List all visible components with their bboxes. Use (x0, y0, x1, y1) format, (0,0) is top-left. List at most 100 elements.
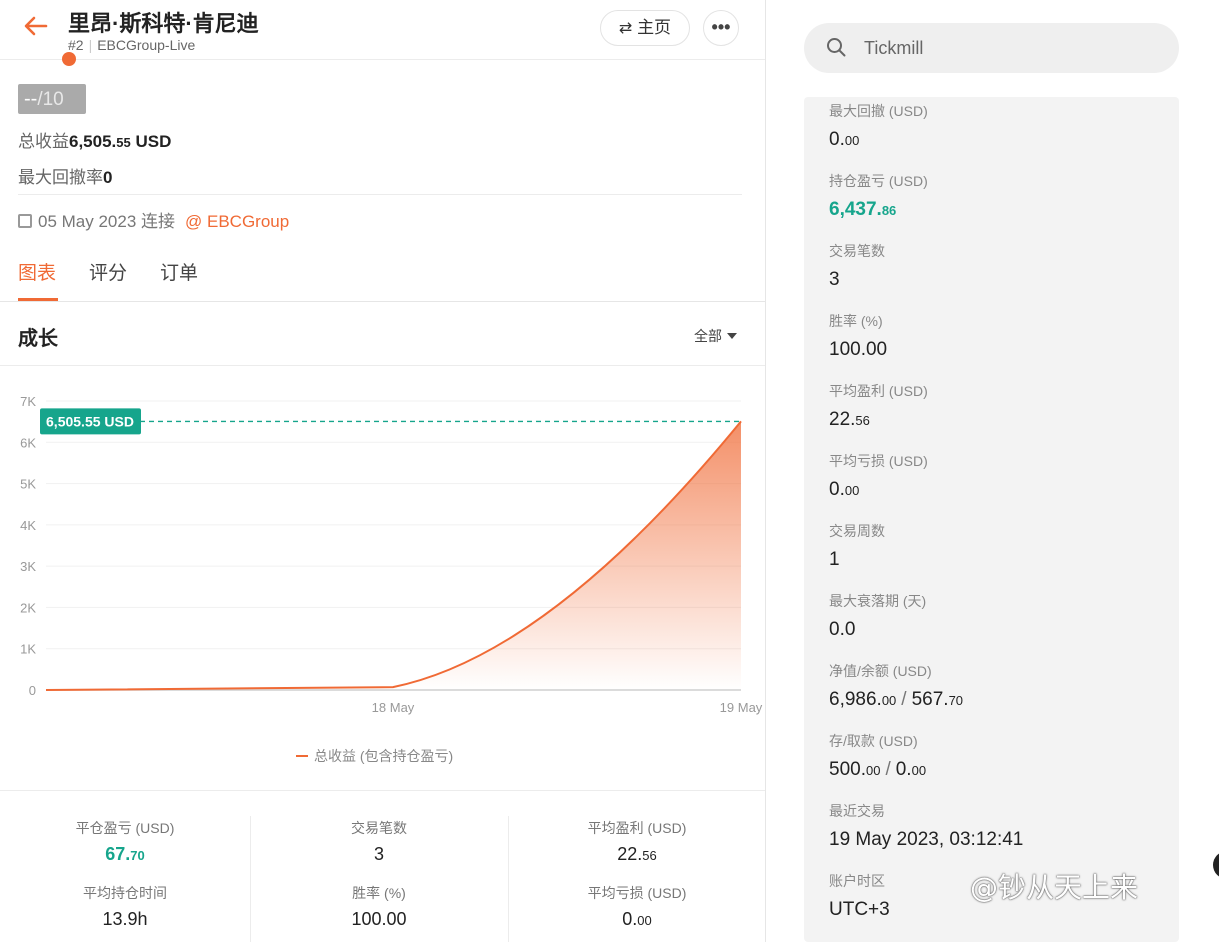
stat-trade-count: 交易笔数 3 (829, 241, 885, 291)
summary-value: 13.9h (0, 909, 250, 930)
stat-value-dec: 00 (911, 763, 927, 778)
tab-chart[interactable]: 图表 (18, 258, 56, 285)
summary-trade-count: 交易笔数 3 (254, 818, 504, 865)
divider (250, 816, 251, 942)
summary-value-main: 67. (105, 844, 131, 864)
total-profit: 总收益6,505.55 USD (18, 127, 171, 152)
y-tick-label: 2K (20, 600, 36, 615)
stat-trading-weeks: 交易周数 1 (829, 521, 885, 571)
stat-value: 6,437.86 (829, 199, 928, 221)
stat-label: 平均盈利 (USD) (829, 383, 928, 399)
stat-value-dec: 00 (881, 693, 897, 708)
tab-rating[interactable]: 评分 (89, 258, 127, 285)
divider (0, 301, 765, 302)
stat-value: 22.56 (829, 409, 928, 431)
summary-label: 平均持仓时间 (83, 885, 167, 901)
stats-card: 最大回撤 (USD) 0.00 持仓盈亏 (USD) 6,437.86 交易笔数… (804, 97, 1179, 942)
summary-label: 胜率 (%) (352, 885, 406, 901)
x-tick-label: 18 May (372, 700, 415, 715)
stat-account-timezone: 账户时区 UTC+3 (829, 871, 890, 921)
stat-value-dec: 56 (855, 413, 870, 428)
summary-value: 100.00 (254, 909, 504, 930)
stat-value: 1 (829, 549, 885, 571)
stat-value-main: 0. (829, 129, 845, 150)
score-badge: --/10 (18, 84, 86, 114)
x-tick-label: 19 May (720, 700, 763, 715)
total-profit-dec: 55 (116, 135, 131, 150)
stat-value-main: 500. (829, 759, 866, 780)
stat-label: 账户时区 (829, 873, 885, 889)
search-query: Tickmill (864, 38, 924, 58)
summary-grid: 平仓盈亏 (USD) 67.70 交易笔数 3 平均盈利 (USD) 22.56… (0, 792, 765, 942)
max-drawdown-value: 0 (103, 168, 113, 187)
stat-value-main: 0. (829, 479, 845, 500)
search-icon (827, 38, 846, 57)
y-tick-label: 0 (29, 683, 36, 698)
max-drawdown-label: 最大回撤率 (18, 168, 103, 187)
stat-value-main: 0. (895, 759, 912, 780)
stat-value: 500.00/0.00 (829, 759, 926, 781)
stat-value-dec: 00 (844, 483, 860, 498)
stat-value-dec: 00 (865, 763, 881, 778)
back-arrow-icon[interactable] (22, 12, 52, 42)
stat-label: 交易周数 (829, 523, 885, 539)
summary-value: 3 (254, 844, 504, 865)
summary-avg-hold-time: 平均持仓时间 13.9h (0, 883, 250, 930)
summary-value-main: 13.9h (102, 909, 148, 929)
search-input[interactable]: Tickmill (804, 23, 1179, 73)
home-button[interactable]: ⇄ 主页 (600, 10, 690, 46)
stat-label: 最大衰落期 (天) (829, 593, 927, 609)
stat-value-main: 100.00 (829, 339, 888, 360)
summary-value-main: 22. (617, 844, 643, 864)
score-value: -- (24, 88, 38, 110)
stat-label: 净值/余额 (USD) (829, 663, 932, 679)
account-subtitle: #2 | EBCGroup-Live (68, 37, 196, 53)
max-drawdown-rate: 最大回撤率0 (18, 163, 112, 188)
y-tick-label: 4K (20, 518, 36, 533)
total-profit-unit: USD (135, 132, 172, 151)
joined-info: 05 May 2023 连接 @ EBCGroup (18, 207, 289, 232)
page-title: 里昂·斯科特·肯尼迪 (68, 11, 259, 36)
caret-down-icon (727, 333, 737, 339)
joined-date: 05 May 2023 连接 (38, 212, 176, 231)
y-tick-label: 5K (20, 477, 36, 492)
stat-value-main: 22. (829, 409, 856, 430)
stat-label: 交易笔数 (829, 243, 885, 259)
stat-avg-profit: 平均盈利 (USD) 22.56 (829, 381, 928, 431)
stat-value: 100.00 (829, 339, 887, 361)
stat-value: UTC+3 (829, 899, 890, 921)
stat-value-dec: 86 (881, 203, 897, 218)
stat-max-drawdown: 最大回撤 (USD) 0.00 (829, 101, 928, 151)
stat-value: 19 May 2023, 03:12:41 (829, 829, 1023, 851)
account-name: EBCGroup-Live (97, 37, 196, 53)
summary-value: 0.00 (512, 909, 762, 930)
page: 里昂·斯科特·肯尼迪 #2 | EBCGroup-Live ⇄ 主页 ••• --/… (0, 0, 1219, 942)
stat-deposit-withdrawal: 存/取款 (USD) 500.00/0.00 (829, 731, 926, 781)
divider (0, 790, 765, 791)
summary-closed-pnl: 平仓盈亏 (USD) 67.70 (0, 818, 250, 865)
stat-max-decline-period: 最大衰落期 (天) 0.0 (829, 591, 926, 641)
stat-value-main: 6,437. (829, 199, 882, 220)
tab-orders[interactable]: 订单 (160, 258, 198, 285)
summary-label: 交易笔数 (351, 820, 407, 836)
home-button-label: 主页 (637, 18, 672, 37)
broker-link[interactable]: @ EBCGroup (185, 212, 289, 231)
stat-label: 最近交易 (829, 803, 885, 819)
range-dropdown[interactable]: 全部 (694, 326, 737, 346)
stat-value-main: 6,986. (829, 689, 882, 710)
stat-value: 0.00 (829, 479, 928, 501)
summary-label: 平均盈利 (USD) (587, 820, 687, 836)
y-tick-label: 7K (20, 394, 36, 409)
divider (508, 816, 509, 942)
swap-icon: ⇄ (618, 20, 633, 37)
more-options-button[interactable]: ••• (703, 10, 739, 46)
stat-value: 3 (829, 269, 885, 291)
summary-value-main: 0. (622, 909, 638, 929)
stats-panel: Tickmill 最大回撤 (USD) 0.00 持仓盈亏 (USD) 6,43… (767, 0, 1219, 942)
legend-label: 总收益 (包含持仓盈亏) (314, 748, 453, 764)
summary-value: 67.70 (0, 844, 250, 865)
watermark-text: @钞从天上来 (970, 871, 1139, 904)
top-bar: 里昂·斯科特·肯尼迪 #2 | EBCGroup-Live ⇄ 主页 ••• (0, 0, 765, 60)
summary-avg-profit: 平均盈利 (USD) 22.56 (512, 818, 762, 865)
total-profit-label: 总收益 (18, 132, 69, 151)
